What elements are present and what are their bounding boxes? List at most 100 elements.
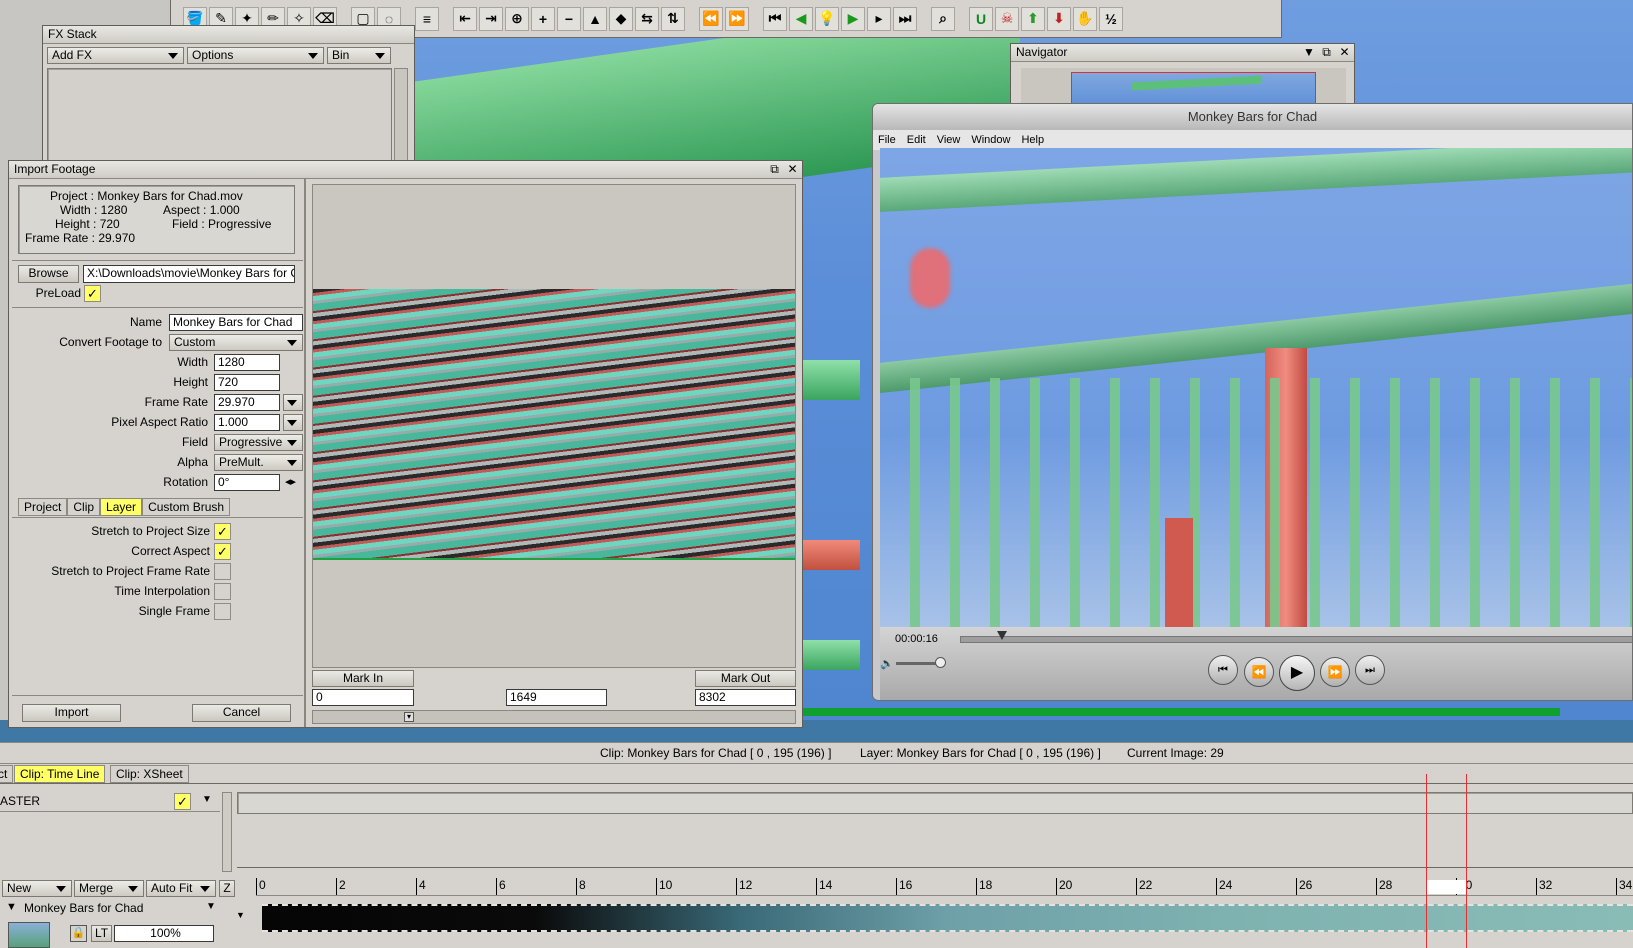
fx-list[interactable] [47,68,392,164]
float-icon[interactable]: ⧉ [769,162,780,177]
import-button[interactable]: Import [22,704,121,722]
step-back-icon[interactable]: ◀ [789,6,813,31]
skull-icon[interactable]: ☠ [995,6,1019,31]
fx-scrollbar[interactable] [394,68,408,164]
par-field[interactable]: 1.000 [214,414,280,431]
rotation-spinner-icon[interactable]: ◂▸ [285,474,296,491]
time-interpolation-checkbox[interactable] [214,583,231,600]
correct-aspect-checkbox[interactable]: ✓ [214,543,231,560]
current-frame-field[interactable]: 1649 [506,689,607,706]
stretch-frame-rate-checkbox[interactable] [214,563,231,580]
field-dropdown[interactable]: Progressive [214,434,303,451]
player-menu-view[interactable]: View [937,130,961,150]
slider-thumb-icon[interactable]: ▾ [404,712,414,722]
rewind-icon[interactable]: ⏪ [1244,657,1274,687]
convert-dropdown[interactable]: Custom [169,334,303,351]
skip-back-icon[interactable]: ⏮ [1208,655,1238,685]
mark-out-field[interactable]: 8302 [695,689,796,706]
alpha-dropdown[interactable]: PreMult. [214,454,303,471]
expand-icon[interactable]: ▼ [6,901,17,913]
frame-add-icon[interactable]: + [531,6,555,31]
master-track[interactable] [237,792,1633,814]
magnet-icon[interactable]: U [969,6,993,31]
single-frame-checkbox[interactable] [214,603,231,620]
navigator-thumbnail[interactable] [1021,68,1346,105]
player-scrubber[interactable] [960,636,1632,643]
bin-dropdown[interactable]: Bin [327,47,391,64]
player-titlebar[interactable]: Monkey Bars for Chad [873,104,1632,130]
keyframe-icon[interactable]: ◆ [609,6,633,31]
par-dropdown[interactable] [283,414,303,431]
player-menu-edit[interactable]: Edit [907,130,926,150]
browse-button[interactable]: Browse [18,265,79,283]
frame-prev-icon[interactable]: ⇤ [453,6,477,31]
height-field[interactable]: 720 [214,374,280,391]
bulb-icon[interactable]: 💡 [815,6,839,31]
framerate-dropdown[interactable] [283,394,303,411]
volume-knob-icon[interactable] [935,657,946,668]
player-menu-help[interactable]: Help [1021,130,1044,150]
onion-icon[interactable]: ⊕ [505,6,529,31]
new-dropdown[interactable]: New [2,880,72,897]
lt-button[interactable]: LT [91,925,112,942]
hand-icon[interactable]: ✋ [1073,6,1097,31]
key-icon[interactable]: ▲ [583,6,607,31]
autofit-dropdown[interactable]: Auto Fit [146,880,216,897]
tab-clip-timeline[interactable]: Clip: Time Line [14,765,106,783]
tab-clip-xsheet[interactable]: Clip: XSheet [110,765,189,783]
merge-dropdown[interactable]: Merge [74,880,144,897]
player-menu-window[interactable]: Window [971,130,1010,150]
key-nav-icon[interactable]: ⇅ [661,6,685,31]
path-field[interactable]: X:\Downloads\movie\Monkey Bars for C [83,265,295,283]
cancel-button[interactable]: Cancel [192,704,291,722]
rewind-all-icon[interactable]: ⏪ [699,6,723,31]
close-icon[interactable]: ✕ [787,162,798,177]
player-menu-file[interactable]: File [878,130,896,150]
clip-strip[interactable] [262,904,1633,932]
play-icon[interactable]: ▶ [841,6,865,31]
rotation-field[interactable]: 0° [214,474,280,491]
tab-custom-brush[interactable]: Custom Brush [142,498,231,516]
framerate-field[interactable]: 29.970 [214,394,280,411]
fast-forward-icon[interactable]: ⏩ [1320,657,1350,687]
mark-in-button[interactable]: Mark In [312,670,414,687]
master-dropdown-icon[interactable]: ▼ [202,794,212,805]
tab-project-partial[interactable]: ct [0,765,14,783]
last-frame-icon[interactable]: ⏭ [893,6,917,31]
master-splitter[interactable] [222,792,232,872]
close-icon[interactable]: ✕ [1339,45,1350,60]
skip-forward-icon[interactable]: ⏭ [1355,655,1385,685]
dropdown-icon[interactable]: ▼ [1303,45,1315,60]
frame-next-icon[interactable]: ⇥ [479,6,503,31]
step-forward-icon[interactable]: ▸ [867,6,891,31]
width-field[interactable]: 1280 [214,354,280,371]
float-icon[interactable]: ⧉ [1321,45,1332,60]
opacity-field[interactable]: 100% [114,925,214,942]
playhead-icon[interactable] [997,631,1007,640]
layer-collapse-icon[interactable]: ▼ [236,910,245,920]
frame-remove-icon[interactable]: − [557,6,581,31]
tab-project[interactable]: Project [18,498,68,516]
mark-in-field[interactable]: 0 [312,689,414,706]
z-button[interactable]: Z [219,880,235,897]
half-icon[interactable]: ½ [1099,6,1123,31]
preload-checkbox[interactable]: ✓ [84,285,101,302]
first-frame-icon[interactable]: ⏮ [763,6,787,31]
import-titlebar[interactable]: Import Footage ⧉ ✕ [9,161,802,179]
frame-slider[interactable]: ▾ [312,710,796,724]
master-visible-checkbox[interactable]: ✓ [174,793,191,810]
lock-icon[interactable]: 🔒 [70,925,87,942]
tab-clip[interactable]: Clip [67,498,101,516]
volume-icon[interactable]: 🔈 [880,657,894,670]
ffwd-all-icon[interactable]: ⏩ [725,6,749,31]
upload-icon[interactable]: ⬆ [1021,6,1045,31]
navigator-view-rect[interactable] [1071,72,1316,105]
play-icon[interactable]: ▶ [1279,655,1315,691]
options-dropdown[interactable]: Options [187,47,324,64]
tab-layer[interactable]: Layer [100,498,143,516]
zoom-icon[interactable]: ⌕ [931,6,955,31]
stretch-project-size-checkbox[interactable]: ✓ [214,523,231,540]
layers-icon[interactable]: ≡ [415,6,439,31]
layer-row[interactable]: ▼ Monkey Bars for Chad ▼ [2,899,218,919]
download-icon[interactable]: ⬇ [1047,6,1071,31]
